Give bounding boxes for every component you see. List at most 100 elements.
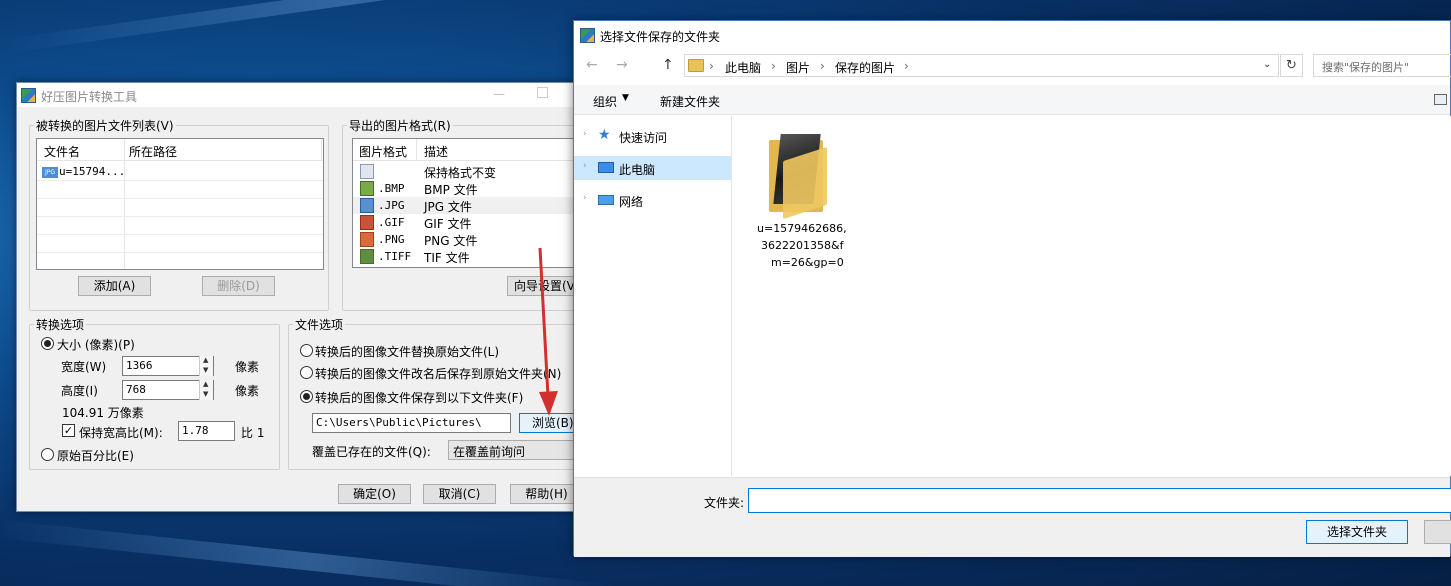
height-spinner[interactable] [199,380,213,400]
search-input[interactable]: 搜索"保存的图片" [1313,54,1451,77]
list-item[interactable]: .GIF GIF 文件 [353,214,582,231]
png-icon [360,232,374,247]
file-list-header: 文件名 所在路径 [37,139,323,161]
save-to-folder-label: 转换后的图像文件保存到以下文件夹(F) [315,391,524,405]
maximize-icon[interactable] [537,87,548,98]
format-list-header: 图片格式 描述 [353,139,582,161]
overwrite-label: 覆盖已存在的文件(Q): [312,445,431,459]
keep-ratio-checkbox[interactable]: ✓ [62,424,75,437]
width-unit: 像素 [235,360,260,374]
folder-item[interactable]: u=1579462686, 3622201358&f m=26&gp=0 [745,130,855,270]
back-arrow-icon[interactable]: ← [586,57,598,73]
view-options-icon[interactable] [1434,94,1447,105]
delete-button[interactable]: 删除(D) [202,276,275,296]
convert-options-legend: 转换选项 [36,318,85,332]
save-to-folder-radio[interactable] [300,390,313,403]
column-header-format[interactable]: 图片格式 [359,143,407,160]
nav-label: 网络 [619,195,644,209]
list-item[interactable]: .BMP BMP 文件 [353,180,582,197]
format-description: BMP 文件 [424,183,478,197]
format-description: PNG 文件 [424,234,478,248]
nav-item-quick-access[interactable]: › ★ 快速访问 [574,124,731,148]
table-row[interactable]: JPG u=15794... [40,164,125,180]
folder-content-area: u=1579462686, 3622201358&f m=26&gp=0 [733,116,1451,476]
format-description: GIF 文件 [424,217,472,231]
breadcrumb-pictures[interactable]: 图片 [786,59,810,76]
list-item[interactable]: 保持格式不变 [353,163,582,180]
size-radio[interactable] [41,337,54,350]
ratio-input[interactable]: 1.78 [178,421,235,441]
up-arrow-icon[interactable]: ↑ [662,57,674,73]
jpg-file-icon: JPG [42,167,58,178]
rename-radio[interactable] [300,366,313,379]
dialog-cancel-button[interactable] [1424,520,1451,544]
minimize-icon[interactable]: — [493,87,505,101]
format-name: .JPG [378,199,405,212]
size-label: 大小 (像素)(P) [57,338,135,352]
format-description: 保持格式不变 [424,166,497,180]
dialog-toolbar: 组织 ▼ 新建文件夹 [574,85,1450,115]
breadcrumb-saved-pictures[interactable]: 保存的图片 [835,59,895,76]
row-divider [37,180,323,181]
file-options-legend: 文件选项 [295,318,344,332]
dialog-footer: 文件夹: 选择文件夹 [574,477,1451,557]
address-bar-row: ← → ↑ › 此电脑 › 图片 › 保存的图片 › ⌄ ↻ 搜索"保存的图片" [574,51,1451,81]
height-unit: 像素 [235,384,260,398]
expand-arrow-icon[interactable]: › [583,161,587,171]
export-format-legend: 导出的图片格式(R) [349,119,451,133]
desktop-light-beam [0,520,617,586]
column-header-description[interactable]: 描述 [424,143,448,160]
folder-name-line3: m=26&gp=0 [771,256,844,269]
percent-radio[interactable] [41,448,54,461]
tiff-icon [360,249,374,264]
nav-label: 快速访问 [619,131,668,145]
star-icon: ★ [598,127,611,143]
nav-item-this-pc[interactable]: › 此电脑 [574,156,731,180]
format-description: JPG 文件 [424,200,472,214]
ratio-suffix: 比 1 [241,426,265,440]
expand-arrow-icon[interactable]: › [583,129,587,139]
percent-label: 原始百分比(E) [57,449,134,463]
computer-icon [598,162,614,173]
address-bar[interactable]: › 此电脑 › 图片 › 保存的图片 › ⌄ [684,54,1279,77]
replace-radio[interactable] [300,344,313,357]
overwrite-select[interactable]: 在覆盖前询问 [448,440,583,460]
refresh-icon[interactable]: ↻ [1280,54,1303,77]
list-item[interactable]: .JPG JPG 文件 [353,197,582,214]
folder-path-input[interactable]: C:\Users\Public\Pictures\ [312,413,511,433]
row-divider [37,252,323,253]
ok-button[interactable]: 确定(O) [338,484,411,504]
dialog-title: 选择文件保存的文件夹 [600,30,721,44]
chevron-right-icon: › [820,59,825,73]
overwrite-select-value: 在覆盖前询问 [453,445,526,459]
column-header-path[interactable]: 所在路径 [129,143,177,160]
forward-arrow-icon[interactable]: → [616,57,628,73]
file-list-legend: 被转换的图片文件列表(V) [36,119,174,133]
cancel-button[interactable]: 取消(C) [423,484,496,504]
select-folder-button[interactable]: 选择文件夹 [1306,520,1408,544]
row-divider [37,216,323,217]
organize-menu[interactable]: 组织 [593,93,617,110]
folder-field-label: 文件夹: [704,496,745,510]
width-spinner[interactable] [199,356,213,376]
column-divider [124,139,125,269]
bmp-icon [360,181,374,196]
folder-field[interactable] [748,488,1451,513]
new-folder-button[interactable]: 新建文件夹 [660,93,720,110]
gif-icon [360,215,374,230]
nav-item-network[interactable]: › 网络 [574,188,731,212]
folder-thumbnail-icon [769,134,829,220]
dialog-title-bar: 选择文件保存的文件夹 [574,21,1450,49]
folder-name-line1: u=1579462686, [757,222,847,235]
file-list[interactable]: 文件名 所在路径 JPG u=15794... [36,138,324,270]
add-button[interactable]: 添加(A) [78,276,151,296]
breadcrumb-this-pc[interactable]: 此电脑 [725,59,761,76]
annotation-arrow [538,247,558,416]
window-title: 好压图片转换工具 [41,90,138,104]
column-header-filename[interactable]: 文件名 [44,143,80,160]
chevron-down-icon[interactable]: ⌄ [1263,59,1271,70]
expand-arrow-icon[interactable]: › [583,193,587,203]
row-divider [37,234,323,235]
navigation-pane: › ★ 快速访问 › 此电脑 › 网络 [574,116,732,476]
format-description: TIF 文件 [424,251,470,265]
